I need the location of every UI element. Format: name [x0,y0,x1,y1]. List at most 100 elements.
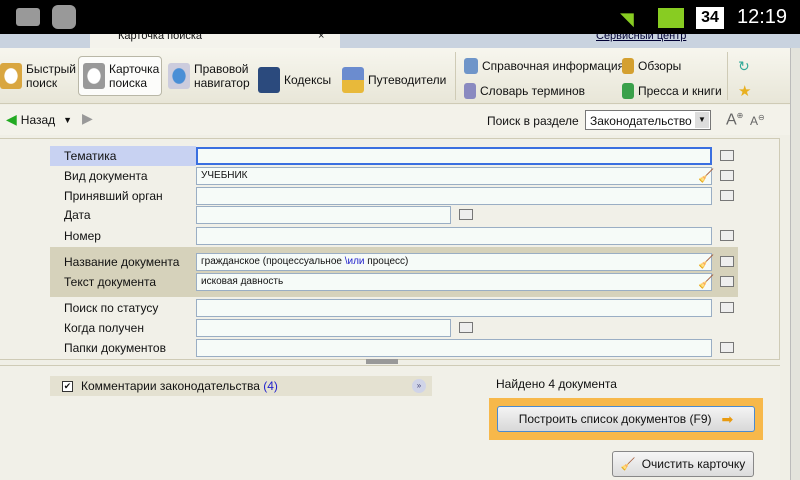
pen-icon [622,58,634,74]
chevron-down-icon[interactable]: ▼ [695,112,709,128]
reference-info-button[interactable]: Справочная информация [464,58,624,74]
comments-checkbox[interactable]: ✔ [62,380,73,392]
section-label: Поиск в разделе [487,114,579,128]
font-increase-icon[interactable]: A⊕ [726,111,743,129]
press-icon [622,83,634,99]
reviews-button[interactable]: Обзоры [622,58,681,74]
field-input[interactable] [196,187,712,205]
scrollbar[interactable] [790,48,800,480]
list-icon[interactable] [720,150,734,161]
label: Кодексы [284,73,332,87]
divider [455,52,456,100]
field-input[interactable] [196,319,451,337]
star-icon[interactable]: ★ [738,82,751,100]
label: Путеводители [368,73,447,87]
wifi-icon: ◥ [620,9,634,29]
results-panel: ✔ Комментарии законодательства (4) » Най… [0,365,780,480]
search-card-button[interactable]: Карточка поиска [78,56,162,96]
label: поиск [26,76,58,90]
guides-button[interactable]: Путеводители [342,67,446,93]
field-input[interactable] [196,147,712,165]
android-status-bar: ◥ 34 12:19 [0,0,800,34]
arrow-right-icon: ➡ [721,410,734,427]
comments-row[interactable]: ✔ Комментарии законодательства (4) » [50,376,432,396]
info-icon [464,58,478,74]
label: Правовой [194,62,249,76]
list-icon[interactable] [720,342,734,353]
glossary-button[interactable]: Словарь терминов [464,83,585,99]
value: УЧЕБНИК [201,170,248,181]
magnifier-icon [0,63,22,89]
form-row: Вид документа УЧЕБНИК 🧹 [50,166,740,186]
field-input[interactable] [196,227,712,245]
label: Быстрый [26,62,76,76]
back-button[interactable]: ◀ Назад ▼ [6,111,72,128]
font-decrease-icon[interactable]: A⊖ [750,113,765,128]
value: гражданское (процессуальное [201,256,345,267]
label: Очистить карточку [641,457,746,471]
field-label: Вид документа [64,169,148,183]
list-icon[interactable] [459,209,473,220]
list-icon[interactable] [720,302,734,313]
broom-icon[interactable]: 🧹 [698,274,714,290]
clock: 12:19 [737,6,788,28]
build-button-highlight: Построить список документов (F9) ➡ [489,398,763,440]
field-label: Название документа [64,255,180,269]
field-label: Тематика [64,149,117,163]
build-list-button[interactable]: Построить список документов (F9) ➡ [497,406,755,432]
expand-icon[interactable]: » [412,379,426,393]
section-select[interactable]: Законодательство ▼ [585,110,711,130]
field-label: Текст документа [64,275,157,289]
form-row: Тематика [50,146,734,166]
broom-icon: 🧹 [620,457,636,471]
close-icon[interactable]: × [318,34,324,42]
back-arrow-icon: ◀ [6,111,17,127]
search-card-icon [83,63,105,89]
label: Пресса и книги [638,84,722,98]
field-label: Когда получен [64,321,144,335]
field-input[interactable] [196,206,451,224]
list-icon[interactable] [720,276,734,287]
main-toolbar: Быстрый поиск Карточка поиска Правовой нави… [0,48,790,104]
list-icon[interactable] [459,322,473,333]
field-input[interactable] [196,339,712,357]
form-row: Папки документов [50,338,740,358]
label: Построить список документов (F9) [518,412,712,426]
form-row: Дата [50,205,740,225]
legal-navigator-button[interactable]: Правовой навигатор [168,62,250,90]
list-icon[interactable] [720,256,734,267]
clear-card-button[interactable]: 🧹 Очистить карточку [612,451,754,477]
tab-strip: Карточка поиска × Сервисный центр [0,34,800,48]
select-value: Законодательство [590,114,692,128]
tab-search-card[interactable]: Карточка поиска × [90,34,340,48]
broom-icon[interactable]: 🧹 [698,168,714,184]
tab-label: Карточка поиска [118,34,203,42]
list-icon[interactable] [720,230,734,241]
history-icon[interactable]: ↻ [738,58,750,75]
field-label: Номер [64,229,101,243]
broom-icon[interactable]: 🧹 [698,254,714,270]
compass-icon [168,63,190,89]
field-input[interactable]: УЧЕБНИК [196,167,712,185]
dropdown-icon[interactable]: ▼ [63,115,72,125]
service-center-link[interactable]: Сервисный центр [596,34,686,42]
codes-button[interactable]: Кодексы [258,67,331,93]
search-card-form: Тематика Вид документа УЧЕБНИК 🧹 Принявший о… [0,138,780,360]
field-input[interactable] [196,299,712,317]
forward-arrow-icon[interactable]: ▶ [82,110,93,127]
comments-count: (4) [263,379,278,393]
list-icon[interactable] [720,170,734,181]
label: Назад [20,112,56,127]
quick-search-button[interactable]: Быстрый поиск [0,62,76,90]
list-icon[interactable] [720,190,734,201]
divider [727,52,728,100]
field-input[interactable]: гражданское (процессуальное \или процесс… [196,253,712,271]
field-label: Принявший орган [64,189,163,203]
field-input[interactable]: исковая давность [196,273,712,291]
label: Справочная информация [482,59,625,73]
splitter-handle[interactable] [366,359,398,364]
label: Словарь терминов [480,84,585,98]
check-icon [52,5,76,29]
label: Карточка [109,62,160,76]
press-books-button[interactable]: Пресса и книги [622,83,722,99]
